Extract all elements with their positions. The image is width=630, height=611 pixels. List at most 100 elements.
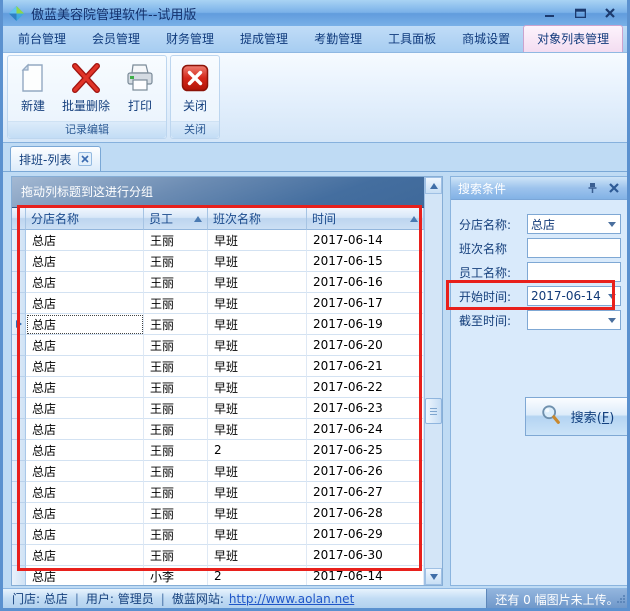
table-cell[interactable]: 总店 xyxy=(26,272,144,293)
table-cell[interactable]: 2017-06-20 xyxy=(307,335,424,356)
menu-tab[interactable]: 财务管理 xyxy=(153,26,227,52)
table-cell[interactable]: 王丽 xyxy=(144,398,208,419)
table-row[interactable]: 总店 王丽 早班 2017-06-15 xyxy=(12,251,424,272)
table-cell[interactable]: 早班 xyxy=(208,419,307,440)
resize-grip[interactable] xyxy=(617,593,626,607)
table-cell[interactable]: 王丽 xyxy=(144,377,208,398)
column-header[interactable]: 分店名称 xyxy=(26,208,144,230)
table-cell[interactable]: 早班 xyxy=(208,356,307,377)
table-cell[interactable]: 早班 xyxy=(208,398,307,419)
table-cell[interactable]: 早班 xyxy=(208,251,307,272)
ribbon-button-printer[interactable]: 打印 xyxy=(118,58,162,121)
table-cell[interactable]: 早班 xyxy=(208,524,307,545)
table-cell[interactable]: 总店 xyxy=(26,377,144,398)
table-cell[interactable]: 小李 xyxy=(144,566,208,585)
table-cell[interactable]: 王丽 xyxy=(144,251,208,272)
minimize-button[interactable] xyxy=(542,6,558,20)
table-row[interactable]: 总店 王丽 早班 2017-06-27 xyxy=(12,482,424,503)
table-cell[interactable]: 2017-06-22 xyxy=(307,377,424,398)
table-cell[interactable]: 早班 xyxy=(208,293,307,314)
table-cell[interactable]: 王丽 xyxy=(144,356,208,377)
table-cell[interactable]: 早班 xyxy=(208,482,307,503)
table-cell[interactable]: 总店 xyxy=(26,335,144,356)
ribbon-button-close-red[interactable]: 关闭 xyxy=(175,58,215,121)
table-cell[interactable]: 早班 xyxy=(208,230,307,251)
table-cell[interactable]: 2017-06-15 xyxy=(307,251,424,272)
table-cell[interactable]: 早班 xyxy=(208,272,307,293)
table-cell[interactable]: 总店 xyxy=(26,440,144,461)
column-header[interactable]: 时间 xyxy=(307,208,424,230)
search-button[interactable]: 搜索(F) xyxy=(525,397,627,436)
table-cell[interactable]: 总店 xyxy=(26,398,144,419)
column-header[interactable]: 班次名称 xyxy=(208,208,307,230)
table-cell[interactable]: 总店 xyxy=(26,482,144,503)
scroll-down-icon[interactable] xyxy=(425,568,442,585)
table-row[interactable]: 总店 王丽 早班 2017-06-24 xyxy=(12,419,424,440)
dropdown-field[interactable]: 总店 xyxy=(527,214,621,234)
table-cell[interactable]: 王丽 xyxy=(144,293,208,314)
maximize-button[interactable] xyxy=(572,6,588,20)
table-row[interactable]: 总店 王丽 早班 2017-06-17 xyxy=(12,293,424,314)
table-row[interactable]: 总店 王丽 早班 2017-06-30 xyxy=(12,545,424,566)
table-cell[interactable]: 王丽 xyxy=(144,482,208,503)
text-input-field[interactable] xyxy=(527,238,621,258)
table-cell[interactable]: 2017-06-17 xyxy=(307,293,424,314)
column-header[interactable]: 员工 xyxy=(144,208,208,230)
table-cell[interactable]: 总店 xyxy=(26,503,144,524)
table-cell[interactable]: 早班 xyxy=(208,461,307,482)
table-cell[interactable]: 总店 xyxy=(26,251,144,272)
table-cell[interactable]: 2017-06-30 xyxy=(307,545,424,566)
menu-tab[interactable]: 商城设置 xyxy=(449,26,523,52)
menu-tab[interactable]: 对象列表管理 xyxy=(523,25,624,52)
table-cell[interactable]: 王丽 xyxy=(144,524,208,545)
table-row[interactable]: 总店 王丽 2 2017-06-25 xyxy=(12,440,424,461)
menu-tab[interactable]: 前台管理 xyxy=(5,26,79,52)
table-row[interactable]: 总店 王丽 早班 2017-06-28 xyxy=(12,503,424,524)
table-cell[interactable]: 2 xyxy=(208,566,307,585)
table-row[interactable]: 总店 王丽 早班 2017-06-21 xyxy=(12,356,424,377)
dropdown-field[interactable]: 2017-06-14 xyxy=(527,286,621,306)
table-cell[interactable]: 总店 xyxy=(26,356,144,377)
tab-schedule-list[interactable]: 排班-列表 xyxy=(10,146,102,171)
ribbon-button-batch-delete[interactable]: 批量删除 xyxy=(56,58,116,121)
menu-tab[interactable]: 提成管理 xyxy=(227,26,301,52)
menu-tab[interactable]: 考勤管理 xyxy=(301,26,375,52)
table-cell[interactable]: 2017-06-14 xyxy=(307,230,424,251)
table-cell[interactable]: 2017-06-28 xyxy=(307,503,424,524)
table-cell[interactable]: 2017-06-24 xyxy=(307,419,424,440)
table-cell[interactable]: 总店 xyxy=(26,230,144,251)
table-cell[interactable]: 2017-06-23 xyxy=(307,398,424,419)
table-cell[interactable]: 王丽 xyxy=(144,272,208,293)
menu-tab[interactable]: 会员管理 xyxy=(79,26,153,52)
table-row[interactable]: 总店 王丽 早班 2017-06-22 xyxy=(12,377,424,398)
grid-vertical-scrollbar[interactable] xyxy=(424,177,442,585)
table-cell[interactable]: 总店 xyxy=(26,314,144,335)
table-row[interactable]: 总店 小李 2 2017-06-14 xyxy=(12,566,424,585)
table-cell[interactable]: 2 xyxy=(208,440,307,461)
table-cell[interactable]: 总店 xyxy=(26,566,144,585)
table-cell[interactable]: 早班 xyxy=(208,545,307,566)
text-input-field[interactable] xyxy=(527,262,621,282)
table-cell[interactable]: 早班 xyxy=(208,335,307,356)
panel-close-icon[interactable] xyxy=(606,181,622,195)
ribbon-button-new-page[interactable]: 新建 xyxy=(12,58,54,121)
table-cell[interactable]: 2017-06-21 xyxy=(307,356,424,377)
table-row[interactable]: 总店 王丽 早班 2017-06-23 xyxy=(12,398,424,419)
table-cell[interactable]: 早班 xyxy=(208,503,307,524)
table-row[interactable]: 总店 王丽 早班 2017-06-26 xyxy=(12,461,424,482)
table-cell[interactable]: 总店 xyxy=(26,545,144,566)
table-cell[interactable]: 早班 xyxy=(208,314,307,335)
table-cell[interactable]: 2017-06-16 xyxy=(307,272,424,293)
table-cell[interactable]: 2017-06-27 xyxy=(307,482,424,503)
table-row[interactable]: 总店 王丽 早班 2017-06-20 xyxy=(12,335,424,356)
table-cell[interactable]: 2017-06-26 xyxy=(307,461,424,482)
table-cell[interactable]: 王丽 xyxy=(144,503,208,524)
table-cell[interactable]: 2017-06-14 xyxy=(307,566,424,585)
table-cell[interactable]: 2017-06-19 xyxy=(307,314,424,335)
menu-tab[interactable]: 工具面板 xyxy=(375,26,449,52)
table-cell[interactable]: 王丽 xyxy=(144,314,208,335)
table-cell[interactable]: 王丽 xyxy=(144,440,208,461)
groupby-bar[interactable]: 拖动列标题到这进行分组 xyxy=(12,177,424,208)
table-cell[interactable]: 总店 xyxy=(26,524,144,545)
table-cell[interactable]: 总店 xyxy=(26,293,144,314)
